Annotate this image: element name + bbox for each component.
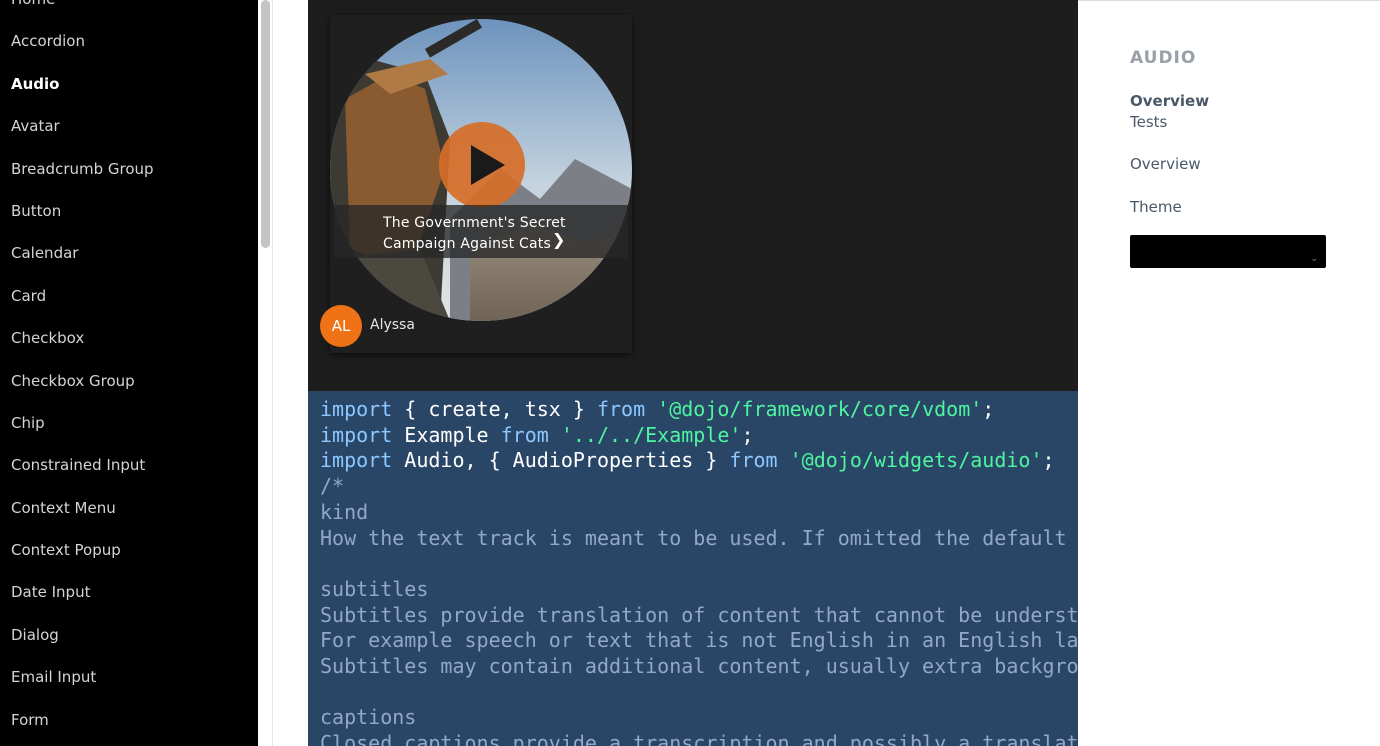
sidebar-item-context-menu[interactable]: Context Menu <box>0 487 258 529</box>
nav-link-tests[interactable]: Tests <box>1130 113 1167 131</box>
avatar: AL <box>320 305 362 347</box>
sidebar-item-constrained-input[interactable]: Constrained Input <box>0 444 258 486</box>
play-button[interactable] <box>439 122 525 208</box>
code-comment-line: Subtitles may contain additional content… <box>320 654 1078 679</box>
sidebar-item-email-input[interactable]: Email Input <box>0 656 258 698</box>
nav-link-overview[interactable]: Overview <box>1130 155 1201 173</box>
code-comment-line: Closed captions provide a transcription … <box>320 731 1078 746</box>
sidebar-item-breadcrumb-group[interactable]: Breadcrumb Group <box>0 148 258 190</box>
sidebar-item-form[interactable]: Form <box>0 699 258 741</box>
sidebar-item-checkbox[interactable]: Checkbox <box>0 317 258 359</box>
sidebar-item-date-input[interactable]: Date Input <box>0 571 258 613</box>
sidebar-item-context-popup[interactable]: Context Popup <box>0 529 258 571</box>
theme-select[interactable]: ⌄ <box>1130 235 1326 268</box>
chevron-down-icon: ⌄ <box>1310 254 1318 264</box>
track-title: The Government's Secret Campaign Against… <box>383 215 566 252</box>
demo-area: The Government's Secret Campaign Against… <box>308 0 1078 391</box>
sidebar-item-calendar[interactable]: Calendar <box>0 232 258 274</box>
chevron-right-icon: ❯ <box>552 230 566 249</box>
right-panel: AUDIO Overview Tests Overview Theme ⌄ <box>1078 0 1380 746</box>
code-comment-line: /* <box>320 474 345 499</box>
sidebar-list: Home Accordion Audio Avatar Breadcrumb G… <box>0 0 258 741</box>
code-comment-line: captions <box>320 705 417 730</box>
sidebar-item-audio[interactable]: Audio <box>0 63 258 105</box>
track-title-bar[interactable]: The Government's Secret Campaign Against… <box>334 205 628 258</box>
code-line: import Audio, { AudioProperties } from '… <box>320 448 1055 473</box>
code-line: import Example from '../../Example'; <box>320 422 754 447</box>
code-block: import { create, tsx } from '@dojo/frame… <box>308 391 1078 746</box>
sidebar-item-button[interactable]: Button <box>0 190 258 232</box>
code-comment-line: subtitles <box>320 576 429 601</box>
sidebar-item-card[interactable]: Card <box>0 275 258 317</box>
sidebar-item-accordion[interactable]: Accordion <box>0 20 258 62</box>
code-comment-line: For example speech or text that is not E… <box>320 628 1078 653</box>
sidebar-item-chip[interactable]: Chip <box>0 402 258 444</box>
sidebar-scrollbar[interactable] <box>258 0 273 746</box>
code-comment-line: kind <box>320 499 369 524</box>
play-icon <box>471 145 505 185</box>
code-comment-line: How the text track is meant to be used. … <box>320 525 1067 550</box>
code-content: import { create, tsx } from '@dojo/frame… <box>308 391 1078 746</box>
section-heading: AUDIO <box>1130 48 1197 68</box>
sidebar-item-dialog[interactable]: Dialog <box>0 614 258 656</box>
nav-link-overview-active[interactable]: Overview <box>1130 92 1209 110</box>
code-comment-line: Subtitles provide translation of content… <box>320 602 1078 627</box>
theme-label: Theme <box>1130 198 1182 216</box>
code-line: import { create, tsx } from '@dojo/frame… <box>320 397 995 421</box>
audio-player-card: The Government's Secret Campaign Against… <box>320 15 632 353</box>
scrollbar-thumb[interactable] <box>261 0 270 248</box>
sidebar-item-checkbox-group[interactable]: Checkbox Group <box>0 360 258 402</box>
sidebar-item-home[interactable]: Home <box>0 0 258 20</box>
sidebar-nav: Home Accordion Audio Avatar Breadcrumb G… <box>0 0 258 746</box>
author-name: Alyssa <box>370 317 415 333</box>
sidebar-item-avatar[interactable]: Avatar <box>0 105 258 147</box>
